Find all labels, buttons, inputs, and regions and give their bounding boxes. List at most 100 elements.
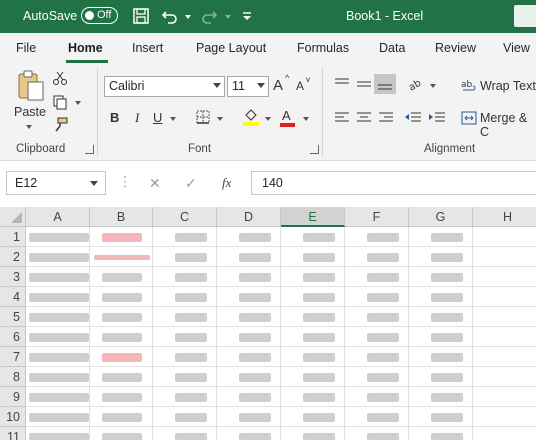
font-launcher-icon[interactable] (310, 145, 319, 154)
grid-cell[interactable] (26, 247, 90, 267)
grid-cell[interactable] (217, 307, 281, 327)
grid-cell[interactable] (217, 387, 281, 407)
grid-cell[interactable] (281, 307, 345, 327)
grid-cell[interactable] (90, 247, 153, 267)
grid-cell[interactable] (90, 227, 153, 247)
copy-dropdown-icon[interactable] (75, 101, 81, 105)
paste-dropdown-icon[interactable] (26, 125, 32, 129)
grid-cell[interactable] (345, 267, 409, 287)
undo-dropdown-icon[interactable] (185, 15, 191, 19)
grid-cell[interactable] (409, 267, 473, 287)
column-header-a[interactable]: A (26, 207, 90, 227)
copy-icon[interactable] (52, 94, 68, 110)
name-box[interactable]: E12 (6, 171, 106, 195)
row-header-9[interactable]: 9 (0, 387, 26, 407)
select-all-corner[interactable] (0, 207, 26, 227)
grid-cell[interactable] (473, 407, 536, 427)
grid-cell[interactable] (409, 367, 473, 387)
redo-icon[interactable] (199, 6, 219, 26)
underline-dropdown-icon[interactable] (170, 117, 176, 121)
grid-cell[interactable] (345, 407, 409, 427)
tab-page-layout[interactable]: Page Layout (196, 41, 266, 55)
column-header-d[interactable]: D (217, 207, 281, 227)
grid-cell[interactable] (409, 307, 473, 327)
grid-cell[interactable] (26, 307, 90, 327)
grid-cell[interactable] (26, 227, 90, 247)
align-center-icon[interactable] (356, 111, 372, 125)
grid-cell[interactable] (153, 407, 217, 427)
row-header-7[interactable]: 7 (0, 347, 26, 367)
grid-cell[interactable] (345, 427, 409, 440)
grid-cell[interactable] (26, 287, 90, 307)
decrease-indent-icon[interactable] (404, 111, 422, 125)
increase-indent-icon[interactable] (428, 111, 446, 125)
autosave-toggle[interactable]: Off (81, 7, 118, 24)
grid-cell[interactable] (281, 347, 345, 367)
insert-function-icon[interactable]: fx (222, 175, 231, 191)
grid-cell[interactable] (345, 227, 409, 247)
font-color-dropdown-icon[interactable] (303, 117, 309, 121)
bold-button[interactable]: B (110, 110, 119, 125)
align-right-icon[interactable] (378, 111, 394, 125)
save-icon[interactable] (131, 6, 151, 26)
grid-cell[interactable] (153, 327, 217, 347)
fill-color-icon[interactable] (242, 107, 260, 127)
cut-icon[interactable] (52, 70, 68, 86)
tab-data[interactable]: Data (379, 41, 405, 55)
decrease-font-size-button[interactable]: A (296, 79, 304, 93)
grid-cell[interactable] (217, 367, 281, 387)
merge-center-icon[interactable] (461, 110, 477, 126)
grid-cell[interactable] (153, 427, 217, 440)
row-header-1[interactable]: 1 (0, 227, 26, 247)
grid-cell[interactable] (90, 387, 153, 407)
grid-cell[interactable] (281, 247, 345, 267)
tab-review[interactable]: Review (435, 41, 476, 55)
font-name-input[interactable]: Calibri (104, 76, 225, 97)
grid-cell[interactable] (90, 347, 153, 367)
grid-cell[interactable] (26, 427, 90, 440)
grid-cell[interactable] (281, 367, 345, 387)
grid-cell[interactable] (153, 267, 217, 287)
grid-cell[interactable] (90, 367, 153, 387)
top-align-icon[interactable] (334, 77, 350, 91)
row-header-4[interactable]: 4 (0, 287, 26, 307)
underline-button[interactable]: U (153, 110, 162, 125)
grid-cell[interactable] (217, 427, 281, 440)
grid-cell[interactable] (345, 367, 409, 387)
grid-cell[interactable] (473, 267, 536, 287)
grid-cell[interactable] (153, 287, 217, 307)
wrap-text-icon[interactable]: ab (461, 77, 477, 93)
wrap-text-button[interactable]: Wrap Text (480, 79, 536, 93)
row-header-11[interactable]: 11 (0, 427, 26, 440)
grid-cell[interactable] (153, 387, 217, 407)
grid-cell[interactable] (345, 287, 409, 307)
tab-home[interactable]: Home (68, 41, 103, 55)
grid-cell[interactable] (473, 247, 536, 267)
grid-cell[interactable] (281, 387, 345, 407)
grid-cell[interactable] (217, 267, 281, 287)
bottom-align-button[interactable] (374, 74, 396, 94)
grid-cell[interactable] (90, 327, 153, 347)
tab-file[interactable]: File (16, 41, 36, 55)
grid-cell[interactable] (217, 347, 281, 367)
grid-cell[interactable] (26, 327, 90, 347)
cancel-icon[interactable]: ✕ (149, 175, 161, 192)
column-header-e[interactable]: E (281, 207, 345, 227)
grid-cell[interactable] (217, 227, 281, 247)
row-header-5[interactable]: 5 (0, 307, 26, 327)
grid-cell[interactable] (409, 327, 473, 347)
grid-cell[interactable] (281, 227, 345, 247)
grid-cell[interactable] (473, 327, 536, 347)
orientation-dropdown-icon[interactable] (430, 84, 436, 88)
column-header-g[interactable]: G (409, 207, 473, 227)
grid-cell[interactable] (345, 387, 409, 407)
grid-cell[interactable] (345, 307, 409, 327)
column-header-b[interactable]: B (90, 207, 153, 227)
grid-cell[interactable] (26, 387, 90, 407)
grid-cell[interactable] (409, 287, 473, 307)
grid-cell[interactable] (473, 227, 536, 247)
grid-cell[interactable] (345, 327, 409, 347)
orientation-icon[interactable]: ab (407, 76, 425, 92)
grid-cell[interactable] (153, 307, 217, 327)
tab-view[interactable]: View (503, 41, 530, 55)
